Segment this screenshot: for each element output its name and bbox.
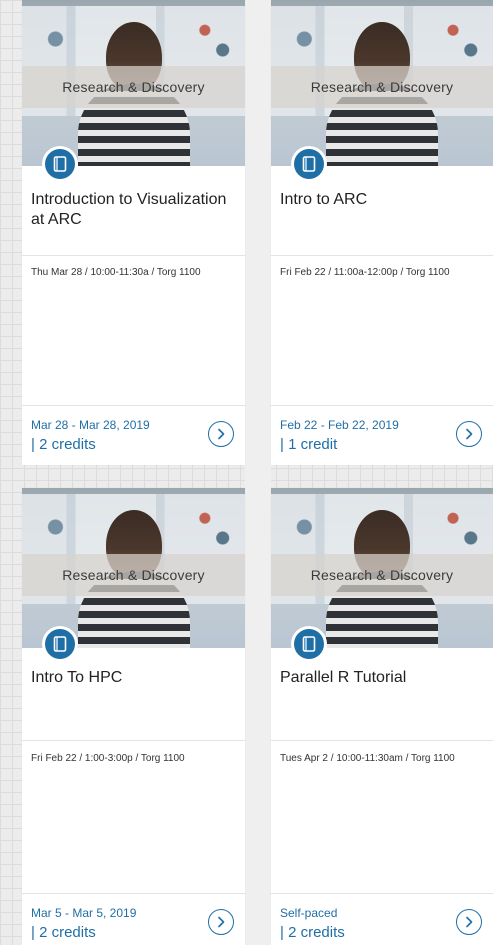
course-title[interactable]: Intro to ARC xyxy=(280,190,485,210)
course-title[interactable]: Parallel R Tutorial xyxy=(280,668,485,688)
book-icon xyxy=(302,636,316,652)
course-category: Research & Discovery xyxy=(62,567,205,583)
course-card[interactable]: Research & Discovery Intro To HPC Fri Fe… xyxy=(22,488,245,945)
course-type-badge xyxy=(291,626,327,662)
book-icon xyxy=(302,156,316,172)
course-title[interactable]: Intro To HPC xyxy=(31,668,237,688)
divider xyxy=(271,740,493,741)
course-type-badge xyxy=(291,146,327,182)
course-credits: | 2 credits xyxy=(31,924,96,941)
course-session-info: Thu Mar 28 / 10:00-11:30a / Torg 1100 xyxy=(31,267,201,278)
course-dates: Self-paced xyxy=(280,906,338,920)
course-category: Research & Discovery xyxy=(62,79,205,95)
course-card[interactable]: Research & Discovery Introduction to Vis… xyxy=(22,0,245,465)
course-card[interactable]: Research & Discovery Intro to ARC Fri Fe… xyxy=(271,0,493,465)
course-session-info: Tues Apr 2 / 10:00-11:30am / Torg 1100 xyxy=(280,753,455,764)
divider xyxy=(271,255,493,256)
divider xyxy=(271,893,493,894)
course-dates: Mar 5 - Mar 5, 2019 xyxy=(31,906,137,920)
course-banner-image: Research & Discovery xyxy=(22,488,245,648)
open-course-button[interactable] xyxy=(456,421,482,447)
divider xyxy=(22,405,245,406)
course-type-badge xyxy=(42,146,78,182)
book-icon xyxy=(53,156,67,172)
book-icon xyxy=(53,636,67,652)
course-session-info: Fri Feb 22 / 11:00a-12:00p / Torg 1100 xyxy=(280,267,450,278)
course-title[interactable]: Introduction to Visualization at ARC xyxy=(31,190,237,230)
chevron-right-icon xyxy=(218,916,225,928)
course-banner-image: Research & Discovery xyxy=(22,0,245,166)
course-session-info: Fri Feb 22 / 1:00-3:00p / Torg 1100 xyxy=(31,753,185,764)
course-dates: Feb 22 - Feb 22, 2019 xyxy=(280,418,399,432)
column-gap xyxy=(245,0,271,945)
divider xyxy=(22,255,245,256)
course-dates: Mar 28 - Mar 28, 2019 xyxy=(31,418,150,432)
course-category: Research & Discovery xyxy=(310,567,454,583)
course-credits: | 2 credits xyxy=(280,924,345,941)
course-credits: | 1 credit xyxy=(280,436,338,453)
course-type-badge xyxy=(42,626,78,662)
chevron-right-icon xyxy=(466,428,473,440)
open-course-button[interactable] xyxy=(208,421,234,447)
course-category: Research & Discovery xyxy=(310,79,454,95)
divider xyxy=(271,405,493,406)
open-course-button[interactable] xyxy=(456,909,482,935)
course-banner-image: Research & Discovery xyxy=(271,488,493,648)
open-course-button[interactable] xyxy=(208,909,234,935)
course-credits: | 2 credits xyxy=(31,436,96,453)
chevron-right-icon xyxy=(218,428,225,440)
divider xyxy=(22,740,245,741)
chevron-right-icon xyxy=(466,916,473,928)
course-card[interactable]: Research & Discovery Parallel R Tutorial… xyxy=(271,488,493,945)
course-banner-image: Research & Discovery xyxy=(271,0,493,166)
divider xyxy=(22,893,245,894)
